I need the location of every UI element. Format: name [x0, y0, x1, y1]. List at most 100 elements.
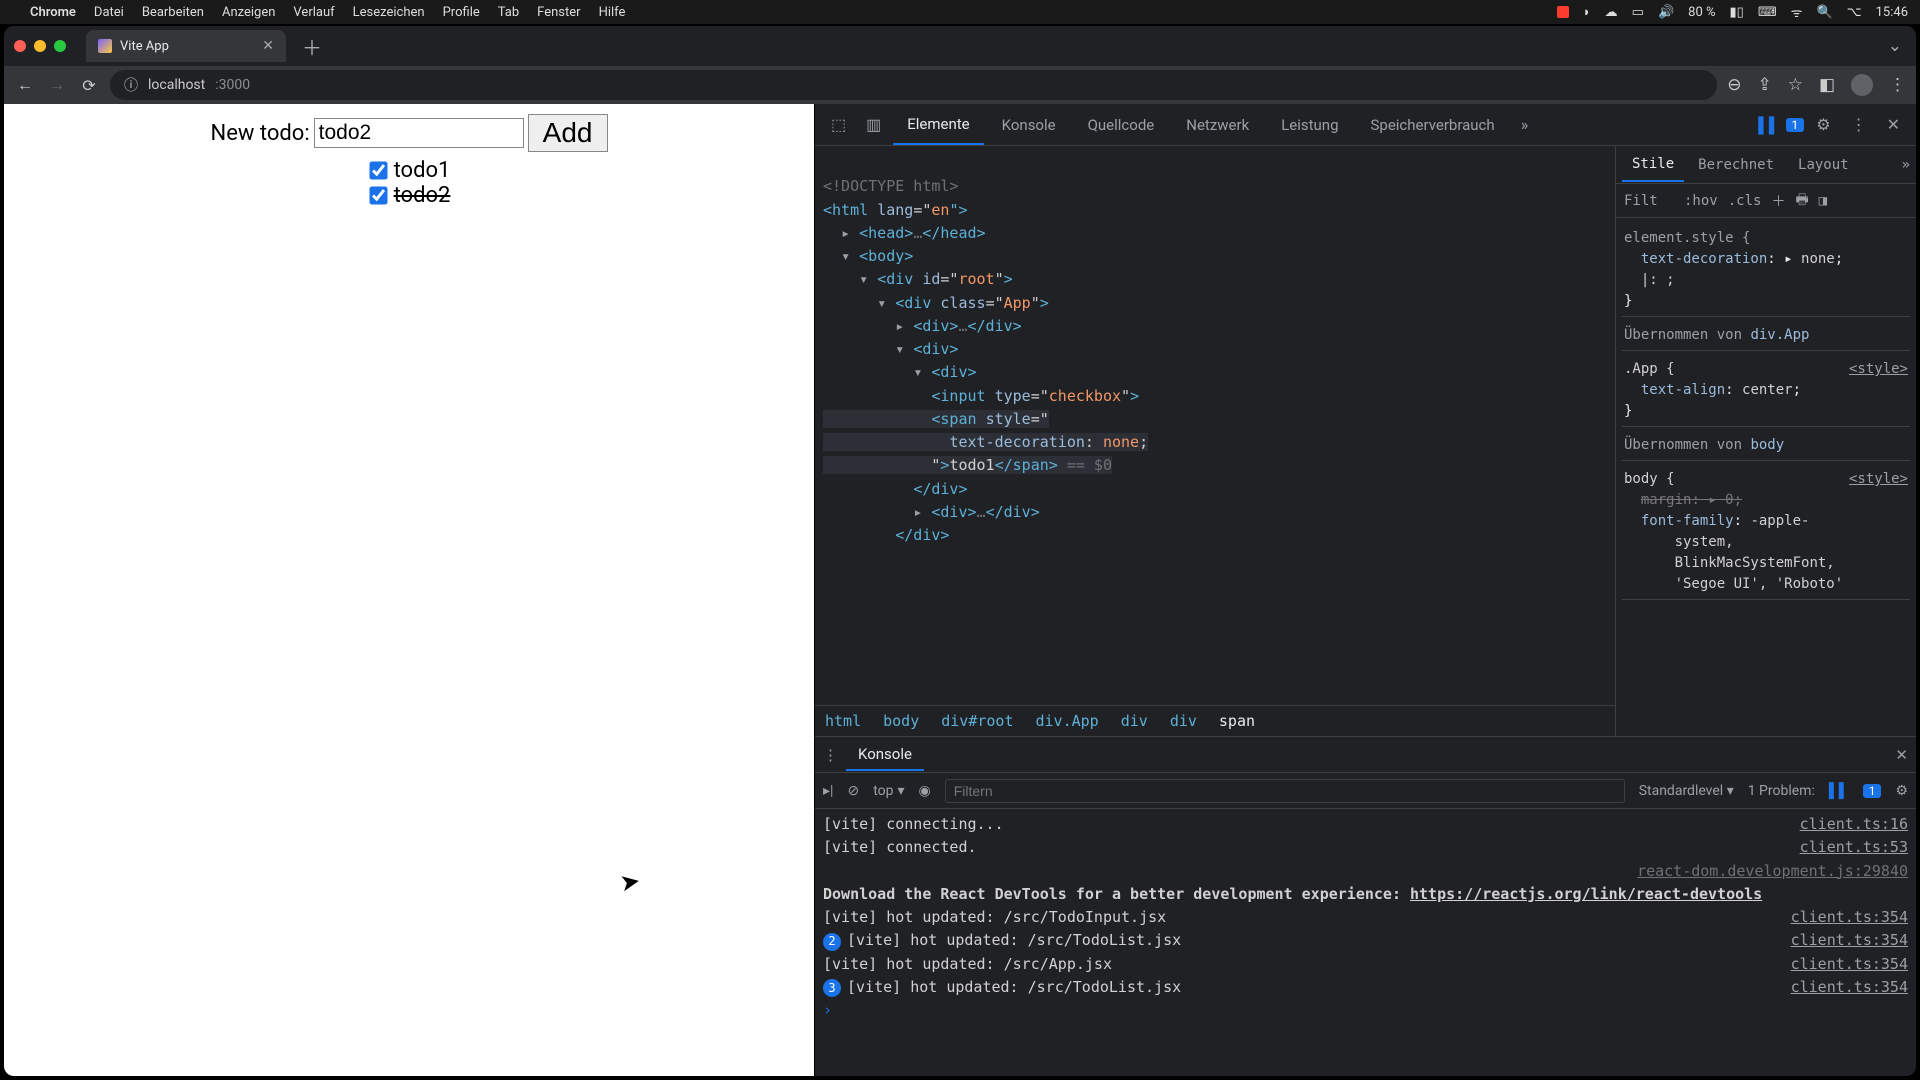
new-todo-input[interactable]: [314, 118, 524, 148]
control-center-icon[interactable]: ⌥: [1847, 5, 1862, 20]
battery-icon[interactable]: ▮▯: [1730, 5, 1744, 20]
display-icon[interactable]: ▭: [1632, 5, 1644, 20]
tab-leistung[interactable]: Leistung: [1267, 106, 1352, 144]
issues-icon[interactable]: ▌▌: [1758, 116, 1779, 134]
tab-overflow-icon[interactable]: ⌄: [1874, 36, 1916, 56]
menubar-app-name[interactable]: Chrome: [30, 5, 76, 20]
elements-dom-pane[interactable]: <!DOCTYPE html> <html lang="en"> ▸ <head…: [815, 146, 1616, 736]
bookmark-icon[interactable]: ☆: [1788, 75, 1803, 95]
tab-strip: Vite App ✕ ＋ ⌄: [4, 26, 1916, 66]
styles-tabs-overflow-icon[interactable]: »: [1902, 157, 1910, 173]
console-context-select[interactable]: top ▾: [873, 783, 904, 799]
todo-row: todo1: [4, 158, 814, 183]
menu-profile[interactable]: Profile: [443, 5, 480, 20]
tabs-overflow-icon[interactable]: »: [1513, 115, 1537, 134]
devtools-panel: ⬚ ▥ Elemente Konsole Quellcode Netzwerk …: [814, 104, 1916, 1076]
todo-checkbox[interactable]: [369, 161, 387, 179]
forward-button[interactable]: →: [46, 75, 68, 95]
console-live-icon[interactable]: ◉: [919, 783, 931, 799]
console-clear-icon[interactable]: ⊘: [847, 783, 859, 799]
devtools-settings-icon[interactable]: ⚙: [1808, 115, 1838, 134]
styles-new-rule-icon[interactable]: ＋: [1771, 191, 1785, 211]
drawer-menu-icon[interactable]: ⋮: [823, 746, 838, 764]
console-problems-label[interactable]: 1 Problem:: [1748, 783, 1815, 799]
site-info-icon[interactable]: ⓘ: [124, 75, 138, 95]
console-level-select[interactable]: Standardlevel ▾: [1639, 783, 1734, 799]
window-minimize-button[interactable]: [34, 40, 46, 52]
console-sidebar-icon[interactable]: ▸|: [823, 783, 833, 799]
reload-button[interactable]: ⟳: [78, 76, 100, 95]
window-close-button[interactable]: [14, 40, 26, 52]
mac-menubar: Chrome Datei Bearbeiten Anzeigen Verlauf…: [0, 0, 1920, 24]
back-button[interactable]: ←: [14, 75, 36, 95]
console-filter-input[interactable]: [945, 779, 1625, 803]
devtools-tabbar: ⬚ ▥ Elemente Konsole Quellcode Netzwerk …: [815, 104, 1916, 146]
add-button[interactable]: Add: [528, 114, 608, 152]
cloud-icon[interactable]: ☁: [1605, 5, 1618, 20]
styles-hov-toggle[interactable]: :hov: [1684, 193, 1718, 209]
crumb[interactable]: div.App: [1036, 712, 1099, 730]
keyboard-icon[interactable]: ⌨: [1758, 5, 1777, 20]
wifi-icon[interactable]: ᯤ: [1791, 3, 1803, 21]
tab-title: Vite App: [120, 39, 169, 54]
dom-tree[interactable]: <!DOCTYPE html> <html lang="en"> ▸ <head…: [815, 146, 1615, 705]
drawer-close-icon[interactable]: ✕: [1895, 746, 1908, 764]
tab-speicher[interactable]: Speicherverbrauch: [1357, 106, 1509, 144]
todo-text: todo2: [394, 183, 451, 208]
crumb[interactable]: body: [883, 712, 919, 730]
styles-print-icon[interactable]: 🖶: [1795, 189, 1808, 213]
volume-icon[interactable]: 🔊: [1658, 5, 1674, 20]
clock[interactable]: 15:46: [1876, 5, 1908, 20]
tab-konsole[interactable]: Konsole: [988, 106, 1070, 144]
menu-anzeigen[interactable]: Anzeigen: [222, 5, 275, 20]
styles-panel-icon[interactable]: ◨: [1819, 193, 1827, 209]
menu-tab[interactable]: Tab: [498, 5, 519, 20]
console-log[interactable]: [vite] connecting...client.ts:16 [vite] …: [815, 809, 1916, 1076]
profile-avatar[interactable]: [1851, 74, 1873, 96]
crumb[interactable]: html: [825, 712, 861, 730]
styles-pane: Stile Berechnet Layout » Filt :hov .cls …: [1616, 146, 1916, 736]
tab-elemente[interactable]: Elemente: [893, 105, 983, 145]
menu-datei[interactable]: Datei: [94, 5, 124, 20]
dom-breadcrumb[interactable]: html body div#root div.App div div span: [815, 705, 1615, 736]
extensions-icon[interactable]: ◧: [1819, 75, 1835, 95]
window-maximize-button[interactable]: [54, 40, 66, 52]
crumb[interactable]: div: [1121, 712, 1148, 730]
styles-cls-toggle[interactable]: .cls: [1728, 193, 1762, 209]
device-toolbar-icon[interactable]: ▥: [858, 115, 889, 134]
inspect-element-icon[interactable]: ⬚: [823, 115, 854, 134]
todo-checkbox[interactable]: [369, 186, 387, 204]
console-problems-count: 1: [1863, 784, 1882, 798]
crumb[interactable]: span: [1219, 712, 1255, 730]
console-prompt[interactable]: ›: [823, 999, 832, 1022]
chrome-menu-icon[interactable]: ⋮: [1889, 75, 1906, 95]
do-not-disturb-icon[interactable]: ◗: [1583, 4, 1591, 20]
tab-close-icon[interactable]: ✕: [262, 38, 274, 54]
new-tab-button[interactable]: ＋: [294, 32, 330, 61]
devtools-menu-icon[interactable]: ⋮: [1843, 115, 1875, 134]
tab-quellcode[interactable]: Quellcode: [1074, 106, 1169, 144]
zoom-icon[interactable]: ⊖: [1727, 75, 1741, 95]
styles-filter-input[interactable]: Filt: [1624, 193, 1674, 209]
url-port: :3000: [215, 77, 250, 93]
spotlight-icon[interactable]: 🔍: [1816, 5, 1832, 20]
styles-tab-stile[interactable]: Stile: [1622, 148, 1684, 182]
crumb[interactable]: div: [1170, 712, 1197, 730]
drawer-tab-konsole[interactable]: Konsole: [846, 739, 924, 771]
browser-tab[interactable]: Vite App ✕: [86, 30, 286, 62]
devtools-close-icon[interactable]: ✕: [1879, 115, 1908, 134]
menu-hilfe[interactable]: Hilfe: [599, 5, 626, 20]
styles-rules[interactable]: element.style { text-decoration: ▸ none;…: [1616, 218, 1916, 736]
styles-tab-berechnet[interactable]: Berechnet: [1688, 149, 1784, 181]
menu-lesezeichen[interactable]: Lesezeichen: [353, 5, 425, 20]
crumb[interactable]: div#root: [941, 712, 1013, 730]
tab-netzwerk[interactable]: Netzwerk: [1172, 106, 1263, 144]
address-bar[interactable]: ⓘ localhost:3000: [110, 70, 1717, 100]
share-icon[interactable]: ⇪: [1757, 75, 1771, 95]
menu-verlauf[interactable]: Verlauf: [293, 5, 334, 20]
styles-tab-layout[interactable]: Layout: [1788, 149, 1859, 181]
status-red-icon[interactable]: [1557, 6, 1569, 18]
menu-bearbeiten[interactable]: Bearbeiten: [142, 5, 204, 20]
console-settings-icon[interactable]: ⚙: [1895, 783, 1908, 799]
menu-fenster[interactable]: Fenster: [537, 5, 580, 20]
